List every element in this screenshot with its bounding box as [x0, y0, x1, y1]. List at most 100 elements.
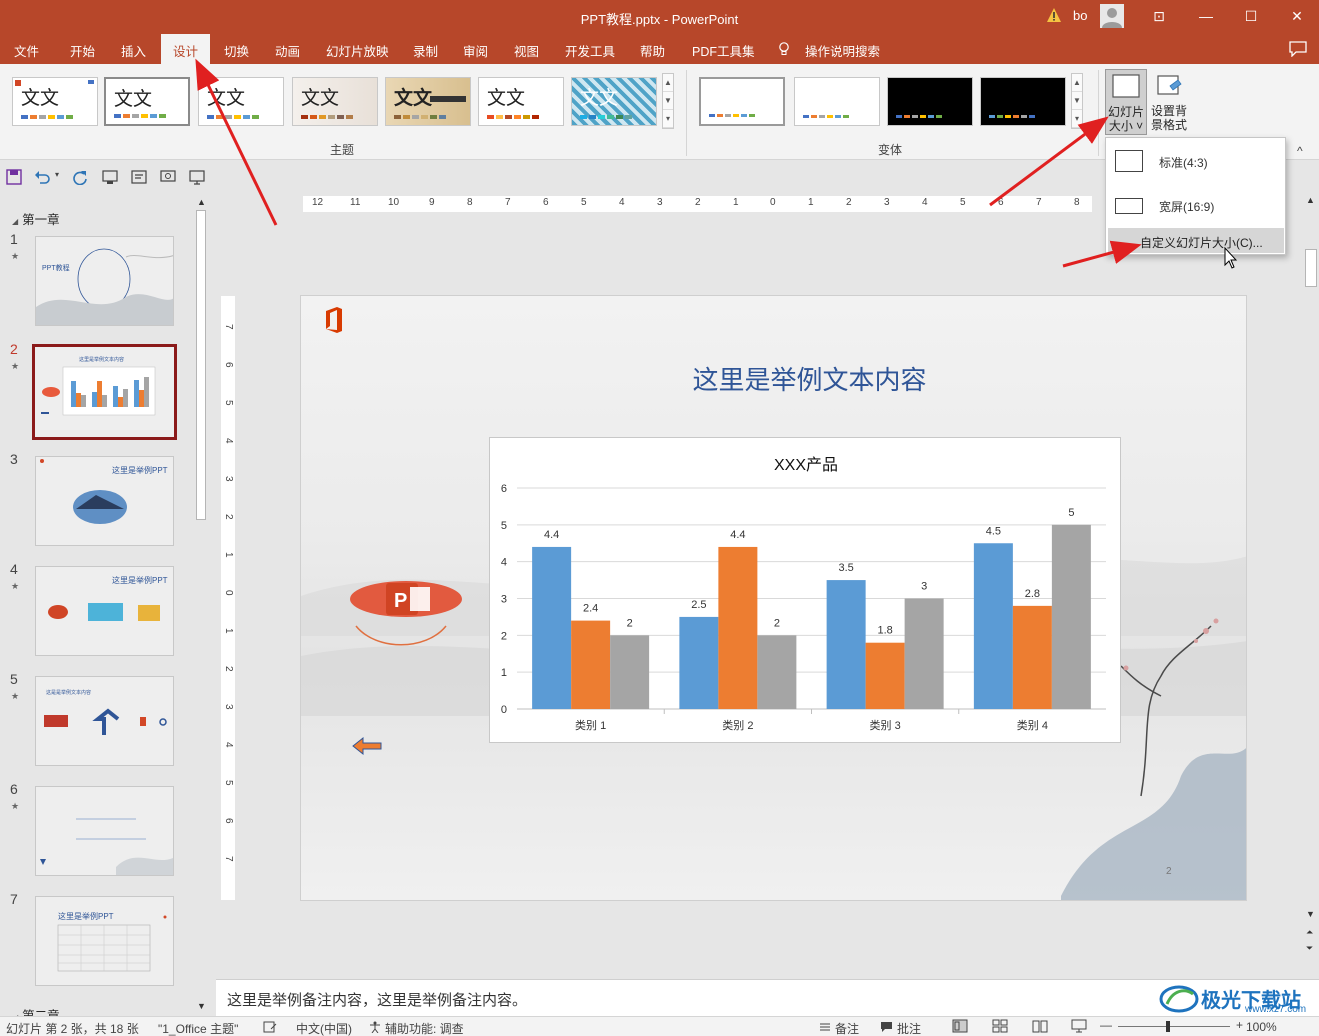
theme-7[interactable]: 文文	[571, 77, 657, 126]
slideshow-icon[interactable]	[189, 169, 205, 185]
theme-color-bars	[394, 115, 446, 119]
slide-thumb-5[interactable]: 这是是举例文本内容	[35, 676, 174, 766]
scroll-down-icon[interactable]: ▼	[197, 1001, 206, 1011]
thumbnail-scroll-handle[interactable]	[196, 210, 206, 520]
ribbon-display-options-button[interactable]: ⊡	[1149, 6, 1169, 26]
slide-scrollbar[interactable]: ▲ ▼ ⏶ ⏷	[1303, 193, 1319, 979]
comments-status-icon	[881, 1022, 892, 1032]
gallery-more-icon[interactable]: ▾	[663, 110, 673, 128]
slide-title[interactable]: 这里是举例文本内容	[301, 360, 1246, 397]
accessibility-status[interactable]: 辅助功能: 调查	[385, 1020, 464, 1036]
scroll-up-icon[interactable]: ▲	[197, 197, 206, 207]
zoom-slider-thumb[interactable]	[1166, 1021, 1170, 1032]
gallery-up-icon[interactable]: ▲	[1072, 74, 1082, 92]
warning-icon[interactable]	[1046, 7, 1062, 23]
slide-thumb-2[interactable]: 这里是举例文本内容	[32, 344, 177, 440]
comments-toggle-button[interactable]: 批注	[897, 1020, 921, 1036]
language-indicator[interactable]: 中文(中国)	[296, 1020, 352, 1036]
text-box-icon[interactable]	[131, 169, 147, 185]
slide-thumb-6[interactable]	[35, 786, 174, 876]
slide-scroll-handle[interactable]	[1305, 249, 1317, 287]
slide-thumb-3[interactable]: 这里是举例PPT	[35, 456, 174, 546]
tab-animations[interactable]: 动画	[275, 41, 300, 60]
reading-view-icon[interactable]	[1032, 1019, 1048, 1033]
notes-text[interactable]: 这里是举例备注内容，这里是举例备注内容。	[227, 989, 527, 1010]
comments-icon[interactable]	[1289, 41, 1307, 57]
redo-icon[interactable]	[72, 169, 88, 185]
slide-thumb-1[interactable]: PPT教程	[35, 236, 174, 326]
custom-slide-size-item[interactable]: 自定义幻灯片大小(C)...	[1108, 228, 1284, 253]
slide-size-button[interactable]: 幻灯片 大小 ˅	[1105, 69, 1147, 135]
slideshow-view-icon[interactable]	[1071, 1019, 1087, 1033]
gallery-down-icon[interactable]: ▼	[663, 92, 673, 110]
next-slide-icon[interactable]: ⏷	[1306, 943, 1313, 954]
zoom-out-button[interactable]: —	[1100, 1018, 1112, 1032]
theme-4[interactable]: 文文	[292, 77, 378, 126]
tab-home[interactable]: 开始	[70, 41, 95, 60]
slide-thumb-4[interactable]: 这里是举例PPT	[35, 566, 174, 656]
zoom-in-button[interactable]: +	[1236, 1018, 1243, 1032]
notes-pane[interactable]: 这里是举例备注内容，这里是举例备注内容。	[216, 979, 1319, 1016]
scroll-down-icon[interactable]: ▼	[1306, 909, 1315, 919]
accessibility-icon[interactable]	[368, 1021, 382, 1033]
tab-slideshow[interactable]: 幻灯片放映	[326, 41, 389, 60]
variant-2[interactable]	[794, 77, 880, 126]
bar	[679, 616, 719, 709]
format-background-button[interactable]: 设置背 景格式	[1148, 69, 1190, 135]
tab-transitions[interactable]: 切换	[224, 41, 249, 60]
tab-help[interactable]: 帮助	[640, 41, 665, 60]
user-name[interactable]: bo	[1073, 8, 1087, 23]
tab-record[interactable]: 录制	[413, 41, 438, 60]
notes-toggle-button[interactable]: 备注	[835, 1020, 859, 1036]
tab-review[interactable]: 审阅	[463, 41, 488, 60]
save-icon[interactable]	[6, 169, 22, 185]
gallery-down-icon[interactable]: ▼	[1072, 92, 1082, 110]
zoom-slider-track[interactable]	[1118, 1026, 1230, 1027]
theme-3[interactable]: 文文	[198, 77, 284, 126]
tab-file[interactable]: 文件	[14, 41, 39, 60]
tab-insert[interactable]: 插入	[121, 41, 146, 60]
previous-slide-icon[interactable]: ⏶	[1306, 927, 1313, 938]
thumbnail-scrollbar[interactable]: ▲ ▼	[194, 196, 208, 1016]
close-button[interactable]: ✕	[1287, 6, 1307, 26]
section-title-1[interactable]: 第一章	[12, 209, 60, 228]
theme-gallery-scroll[interactable]: ▲ ▼ ▾	[662, 73, 674, 129]
undo-icon[interactable]	[34, 169, 50, 185]
undo-dropdown-icon[interactable]: ▾	[55, 170, 59, 179]
user-avatar-icon[interactable]	[1100, 4, 1124, 28]
theme-6[interactable]: 文文	[478, 77, 564, 126]
scroll-up-icon[interactable]: ▲	[1306, 195, 1315, 205]
back-arrow-icon[interactable]	[351, 736, 383, 756]
start-from-beginning-icon[interactable]	[102, 169, 118, 185]
slide-sorter-icon[interactable]	[992, 1019, 1008, 1033]
section-title-2[interactable]: 第二章	[12, 1005, 60, 1016]
minimize-button[interactable]: —	[1196, 6, 1216, 26]
variant-3[interactable]	[887, 77, 973, 126]
maximize-button[interactable]: ☐	[1241, 6, 1261, 26]
chart-container[interactable]: XXX产品 0 1 2 3 4 5 6 4.4 2.4 2 类别 1 2.5 4.4 2 类别 2 3.5 1.…	[489, 437, 1121, 743]
theme-current[interactable]: 文文	[104, 77, 190, 126]
tab-design[interactable]: 设计	[161, 34, 211, 64]
slide-size-standard[interactable]: 标准(4:3)	[1106, 142, 1285, 182]
present-icon[interactable]	[160, 169, 176, 185]
normal-view-icon[interactable]	[952, 1019, 968, 1033]
gallery-more-icon[interactable]: ▾	[1072, 110, 1082, 128]
tab-pdf-tools[interactable]: PDF工具集	[692, 41, 755, 60]
widescreen-ratio-icon	[1115, 198, 1143, 214]
tab-view[interactable]: 视图	[514, 41, 539, 60]
variant-1[interactable]	[699, 77, 785, 126]
spelling-check-icon[interactable]	[263, 1021, 277, 1033]
tab-developer[interactable]: 开发工具	[565, 41, 615, 60]
slide-star-icon: ★	[11, 251, 20, 261]
tell-me-search[interactable]: 操作说明搜索	[805, 41, 880, 60]
zoom-level[interactable]: 100%	[1246, 1020, 1277, 1034]
slide-thumb-7[interactable]: 这里是举例PPT	[35, 896, 174, 986]
gallery-up-icon[interactable]: ▲	[663, 74, 673, 92]
slide-size-widescreen[interactable]: 宽屏(16:9)	[1106, 186, 1285, 226]
collapse-ribbon-icon[interactable]: ^	[1297, 144, 1303, 158]
theme-5[interactable]: 文文	[385, 77, 471, 126]
theme-stroke-mark	[430, 96, 466, 102]
variant-gallery-scroll[interactable]: ▲ ▼ ▾	[1071, 73, 1083, 129]
variant-4[interactable]	[980, 77, 1066, 126]
theme-office[interactable]: 文文	[12, 77, 98, 126]
